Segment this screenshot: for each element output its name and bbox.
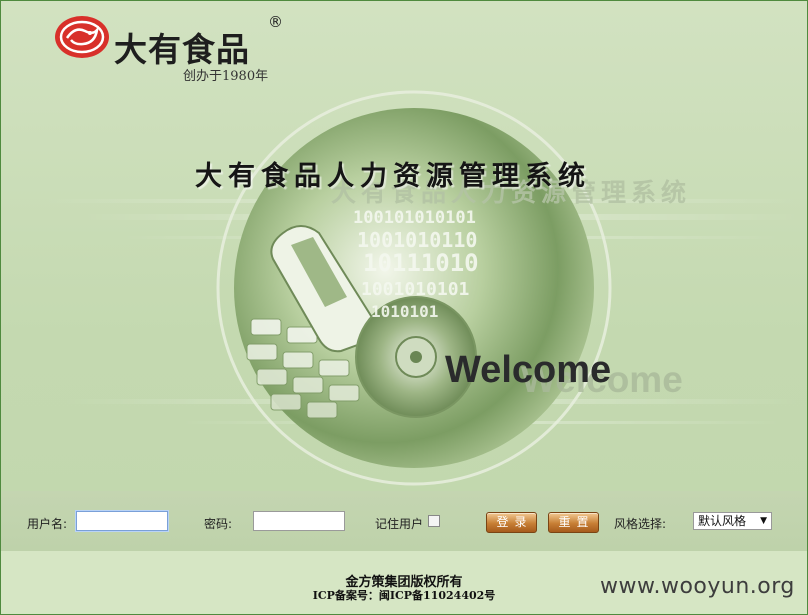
username-label: 用户名: <box>27 517 68 531</box>
password-input[interactable] <box>253 511 345 531</box>
brand-name: 大有食品 <box>114 30 250 69</box>
brand-tagline: 创办于1980年 <box>183 69 269 84</box>
svg-text:1001010101: 1001010101 <box>361 279 469 300</box>
registered-mark: ® <box>268 13 283 31</box>
banner-graphic: 100101010101 1001010110 10111010 1001010… <box>41 90 801 486</box>
svg-text:100101010101: 100101010101 <box>353 208 476 228</box>
banner: 100101010101 1001010110 10111010 1001010… <box>1 1 807 491</box>
reset-button[interactable]: 重置 <box>548 512 599 533</box>
watermark-text: www.wooyun.org <box>600 574 795 599</box>
svg-text:1010101: 1010101 <box>371 302 438 321</box>
remember-user-label: 记住用户 <box>375 517 424 531</box>
welcome-text: Welcome <box>445 349 612 391</box>
system-title: 大有食品人力资源管理系统 <box>195 161 591 192</box>
chevron-down-icon: ▼ <box>760 516 767 526</box>
login-form: 用户名: 密码: 记住用户 登录 重置 风格选择: 默认风格 ▼ <box>1 491 807 551</box>
style-select-value: 默认风格 <box>698 514 747 528</box>
logo-icon <box>55 16 109 58</box>
login-button[interactable]: 登录 <box>486 512 537 533</box>
style-select[interactable]: 默认风格 ▼ <box>693 512 772 530</box>
login-page: 100101010101 1001010110 10111010 1001010… <box>0 0 808 615</box>
style-select-label: 风格选择: <box>614 517 667 531</box>
remember-user-checkbox[interactable] <box>428 515 440 527</box>
username-input[interactable] <box>76 511 168 531</box>
svg-text:10111010: 10111010 <box>363 249 479 277</box>
password-label: 密码: <box>204 517 233 531</box>
